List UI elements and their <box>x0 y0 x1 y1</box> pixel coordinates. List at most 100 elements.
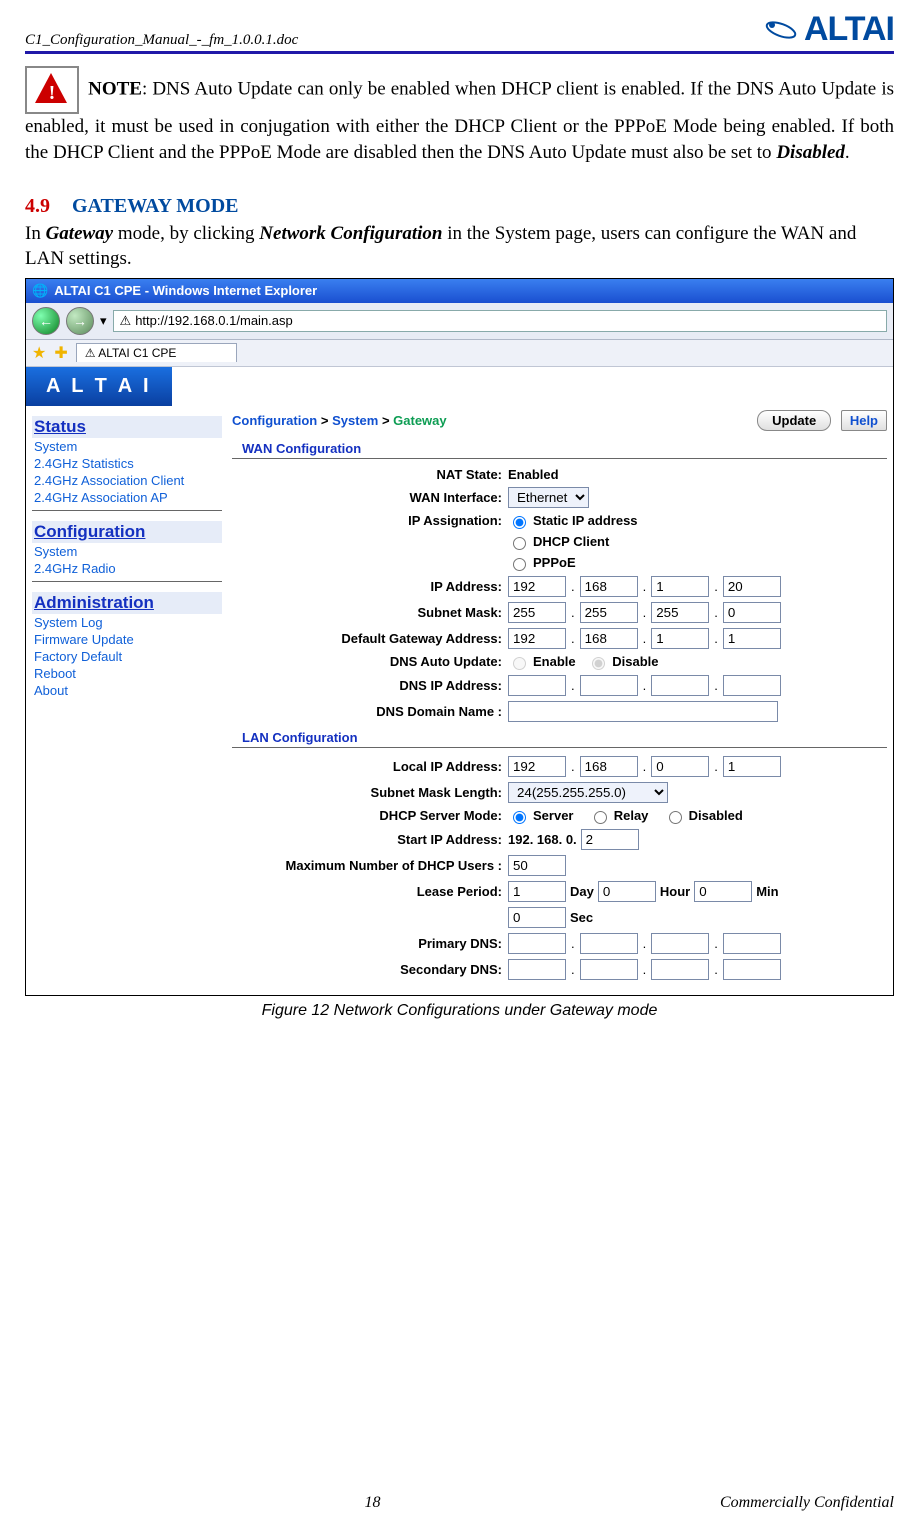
pdns-label: Primary DNS: <box>232 936 508 951</box>
sidebar-item-reboot[interactable]: Reboot <box>32 665 222 682</box>
dns-domain-input[interactable] <box>508 701 778 722</box>
dns-ip-oct3[interactable] <box>651 675 709 696</box>
wan-mask-oct4[interactable] <box>723 602 781 623</box>
nat-state-value: Enabled <box>508 467 559 482</box>
sdns-oct2[interactable] <box>580 959 638 980</box>
sdns-oct4[interactable] <box>723 959 781 980</box>
pdns-oct2[interactable] <box>580 933 638 954</box>
section-heading: 4.9 GATEWAY MODE <box>25 195 894 218</box>
screenshot-container: 🌐 ALTAI C1 CPE - Windows Internet Explor… <box>25 278 894 996</box>
sidebar-item-cfg-radio[interactable]: 2.4GHz Radio <box>32 560 222 577</box>
add-favorite-icon[interactable]: ✚ <box>54 343 67 363</box>
back-button[interactable]: ← <box>32 307 60 335</box>
radio-mode-disabled[interactable] <box>669 811 682 824</box>
radio-pppoe[interactable] <box>513 558 526 571</box>
sidebar-item-about[interactable]: About <box>32 682 222 699</box>
ie-favorites-bar: ★ ✚ ⚠ ALTAI C1 CPE <box>26 340 893 367</box>
forward-button[interactable]: → <box>66 307 94 335</box>
radio-mode-relay[interactable] <box>594 811 607 824</box>
wan-gw-oct3[interactable] <box>651 628 709 649</box>
wan-section-header: WAN Configuration <box>232 439 887 459</box>
wan-ip-label: IP Address: <box>232 579 508 594</box>
dropdown-icon[interactable]: ▾ <box>100 313 107 329</box>
lease-min-input[interactable] <box>694 881 752 902</box>
wan-ip-oct2[interactable] <box>580 576 638 597</box>
wan-mask-oct2[interactable] <box>580 602 638 623</box>
ip-assignation-label: IP Assignation: <box>232 513 508 528</box>
ie-toolbar: ← → ▾ ⚠ http://192.168.0.1/main.asp <box>26 303 893 340</box>
sidebar-item-syslog[interactable]: System Log <box>32 614 222 631</box>
wan-gw-oct4[interactable] <box>723 628 781 649</box>
dns-domain-label: DNS Domain Name : <box>232 704 508 719</box>
help-button[interactable]: Help <box>841 410 887 431</box>
breadcrumb: Configuration > System > Gateway <box>232 413 447 428</box>
sdns-oct3[interactable] <box>651 959 709 980</box>
lan-section-header: LAN Configuration <box>232 728 887 748</box>
start-ip-label: Start IP Address: <box>232 832 508 847</box>
max-users-input[interactable] <box>508 855 566 876</box>
nat-state-label: NAT State: <box>232 467 508 482</box>
pdns-oct3[interactable] <box>651 933 709 954</box>
radio-mode-server[interactable] <box>513 811 526 824</box>
sidebar-item-system[interactable]: System <box>32 438 222 455</box>
sidebar-item-factory[interactable]: Factory Default <box>32 648 222 665</box>
ie-e-icon: 🌐 <box>32 283 48 299</box>
tab-warn-icon: ⚠ <box>85 346 96 360</box>
update-button[interactable]: Update <box>757 410 831 431</box>
sdns-oct1[interactable] <box>508 959 566 980</box>
dns-ip-label: DNS IP Address: <box>232 678 508 693</box>
ie-titlebar: 🌐 ALTAI C1 CPE - Windows Internet Explor… <box>26 279 893 303</box>
sidebar-item-fwupdate[interactable]: Firmware Update <box>32 631 222 648</box>
sidebar-head-status[interactable]: Status <box>32 416 222 438</box>
wan-interface-select[interactable]: Ethernet <box>508 487 589 508</box>
browser-tab[interactable]: ⚠ ALTAI C1 CPE <box>76 343 238 362</box>
radio-static-ip[interactable] <box>513 516 526 529</box>
lease-hour-input[interactable] <box>598 881 656 902</box>
lan-ip-oct1[interactable] <box>508 756 566 777</box>
sidebar-head-config[interactable]: Configuration <box>32 521 222 543</box>
wan-ip-oct3[interactable] <box>651 576 709 597</box>
lan-ip-oct3[interactable] <box>651 756 709 777</box>
lan-ip-oct2[interactable] <box>580 756 638 777</box>
sidebar-item-cfg-system[interactable]: System <box>32 543 222 560</box>
address-bar[interactable]: ⚠ http://192.168.0.1/main.asp <box>113 310 887 332</box>
dns-ip-oct2[interactable] <box>580 675 638 696</box>
sidebar-item-24ghz-stats[interactable]: 2.4GHz Statistics <box>32 455 222 472</box>
subnet-len-select[interactable]: 24(255.255.255.0) <box>508 782 668 803</box>
security-warn-icon: ⚠ <box>120 313 132 329</box>
dns-ip-oct4[interactable] <box>723 675 781 696</box>
sidebar-head-admin[interactable]: Administration <box>32 592 222 614</box>
start-ip-input[interactable] <box>581 829 639 850</box>
dns-ip-oct1[interactable] <box>508 675 566 696</box>
page-number: 18 <box>25 1494 720 1512</box>
note-paragraph: NOTE: DNS Auto Update can only be enable… <box>25 66 894 165</box>
confidentiality-label: Commercially Confidential <box>720 1494 894 1512</box>
dhcp-mode-label: DHCP Server Mode: <box>232 808 508 823</box>
sdns-label: Secondary DNS: <box>232 962 508 977</box>
wan-ip-oct1[interactable] <box>508 576 566 597</box>
favorites-star-icon[interactable]: ★ <box>32 343 46 363</box>
wan-mask-label: Subnet Mask: <box>232 605 508 620</box>
wan-mask-oct3[interactable] <box>651 602 709 623</box>
wan-gw-oct1[interactable] <box>508 628 566 649</box>
sidebar-item-24ghz-assoc-ap[interactable]: 2.4GHz Association AP <box>32 489 222 506</box>
wan-gw-oct2[interactable] <box>580 628 638 649</box>
radio-dhcp-client[interactable] <box>513 537 526 550</box>
brand-logo: ALTAI <box>764 10 894 49</box>
radio-dns-enable[interactable] <box>513 657 526 670</box>
wan-mask-oct1[interactable] <box>508 602 566 623</box>
pdns-oct1[interactable] <box>508 933 566 954</box>
wan-ip-oct4[interactable] <box>723 576 781 597</box>
radio-dns-disable[interactable] <box>592 657 605 670</box>
lease-day-input[interactable] <box>508 881 566 902</box>
dns-auto-label: DNS Auto Update: <box>232 654 508 669</box>
lease-sec-input[interactable] <box>508 907 566 928</box>
lan-ip-label: Local IP Address: <box>232 759 508 774</box>
pdns-oct4[interactable] <box>723 933 781 954</box>
lan-ip-oct4[interactable] <box>723 756 781 777</box>
lease-label: Lease Period: <box>232 884 508 899</box>
sidebar-item-24ghz-assoc-client[interactable]: 2.4GHz Association Client <box>32 472 222 489</box>
subnet-len-label: Subnet Mask Length: <box>232 785 508 800</box>
figure-caption: Figure 12 Network Configurations under G… <box>25 1002 894 1020</box>
warning-icon <box>25 66 79 114</box>
